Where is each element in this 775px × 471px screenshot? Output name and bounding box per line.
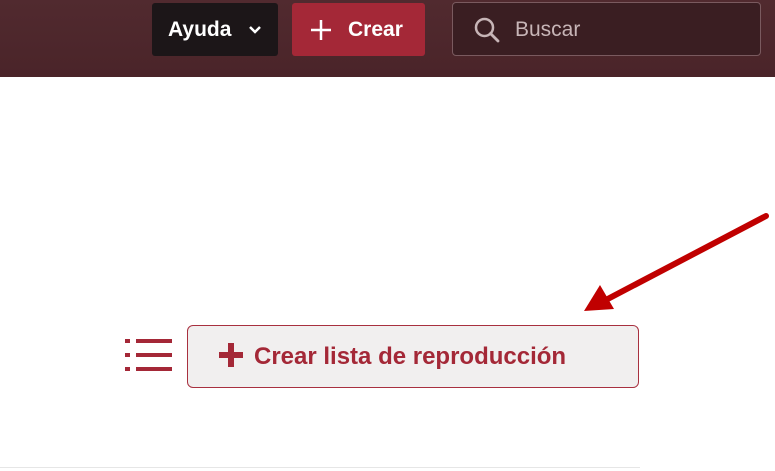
plus-icon	[219, 343, 243, 367]
plus-icon	[311, 20, 331, 40]
create-playlist-button[interactable]: Crear lista de reproducción	[187, 325, 639, 388]
help-label: Ayuda	[168, 17, 232, 41]
search-input[interactable]	[515, 15, 745, 45]
red-arrow-annotation	[584, 213, 769, 311]
search-box[interactable]	[452, 2, 761, 56]
divider	[0, 467, 640, 468]
top-navigation-bar: Ayuda Crear	[0, 0, 775, 77]
search-icon	[474, 17, 500, 43]
help-menu-button[interactable]: Ayuda	[152, 3, 278, 56]
create-playlist-label: Crear lista de reproducción	[254, 343, 567, 370]
chevron-down-icon	[249, 26, 261, 34]
create-label: Crear	[348, 18, 403, 41]
create-button[interactable]: Crear	[292, 3, 425, 56]
list-icon	[125, 339, 172, 371]
